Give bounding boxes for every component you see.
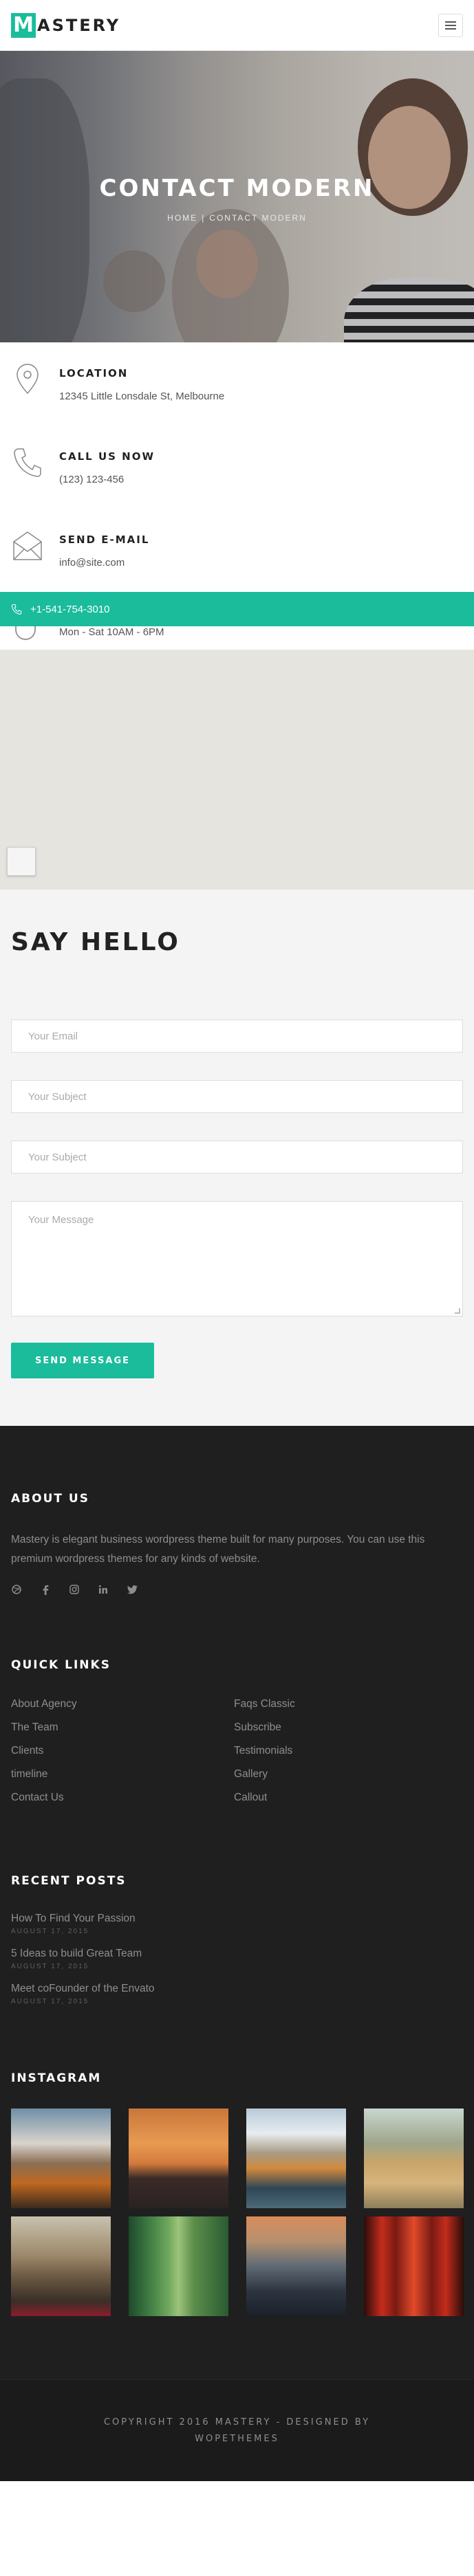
copyright-text: COPYRIGHT 2016 MASTERY - DESIGNED BY	[103, 2417, 371, 2428]
map-control-button[interactable]	[7, 847, 36, 876]
breadcrumb-separator: |	[202, 213, 206, 223]
location-pin-icon	[11, 363, 44, 426]
quick-links: About Agency Faqs Classic The Team Subsc…	[11, 1698, 463, 1808]
footer-link[interactable]: Callout	[234, 1792, 457, 1808]
footer-link[interactable]: The Team	[11, 1721, 234, 1738]
contact-title: CALL US NOW	[59, 450, 155, 463]
instagram-photo[interactable]	[11, 2216, 111, 2316]
instagram-photo[interactable]	[364, 2109, 464, 2208]
breadcrumb-current: CONTACT MODERN	[209, 213, 307, 223]
about-heading: ABOUT US	[11, 1492, 89, 1506]
post-title[interactable]: 5 Ideas to build Great Team	[11, 1948, 463, 1960]
hamburger-icon[interactable]	[438, 13, 463, 37]
contact-title: LOCATION	[59, 367, 129, 379]
contact-form-section: SAY HELLO Your Email Your Subject Your S…	[0, 890, 474, 1426]
phone-bar-number: +1-541-754-3010	[30, 603, 110, 615]
message-placeholder: Your Message	[28, 1214, 94, 1226]
quick-links-block: QUICK LINKS About Agency Faqs Classic Th…	[11, 1595, 463, 1808]
post-item[interactable]: How To Find Your Passion AUGUST 17, 2015	[11, 1913, 463, 1935]
logo-mark: M	[11, 12, 36, 38]
map[interactable]	[0, 650, 474, 890]
message-field[interactable]: Your Message	[11, 1201, 463, 1317]
post-title[interactable]: Meet coFounder of the Envato	[11, 1983, 463, 1995]
recent-posts-block: RECENT POSTS How To Find Your Passion AU…	[11, 1808, 463, 2005]
send-message-button[interactable]: SEND MESSAGE	[11, 1343, 154, 1378]
post-date: AUGUST 17, 2015	[11, 1963, 89, 1970]
hours-text: Mon - Sat 10AM - 6PM	[59, 626, 164, 638]
opening-hours: Mon - Sat 10AM - 6PM	[0, 622, 474, 650]
instagram-photo[interactable]	[11, 2109, 111, 2208]
post-date: AUGUST 17, 2015	[11, 1928, 89, 1935]
linkedin-icon[interactable]	[98, 1584, 109, 1595]
about-text: Mastery is elegant business wordpress th…	[11, 1534, 425, 1565]
contact-text: 12345 Little Lonsdale St, Melbourne	[59, 390, 225, 402]
breadcrumb: HOME | CONTACT MODERN	[0, 213, 474, 223]
footer-link[interactable]: Subscribe	[234, 1721, 457, 1738]
dribbble-icon[interactable]	[11, 1584, 22, 1595]
logo[interactable]: M ASTERY	[11, 12, 121, 38]
resize-handle[interactable]	[455, 1308, 460, 1314]
post-item[interactable]: Meet coFounder of the Envato AUGUST 17, …	[11, 1983, 463, 2005]
post-date: AUGUST 17, 2015	[11, 1998, 89, 2005]
subject-field[interactable]: Your Subject	[11, 1080, 463, 1113]
logo-text: ASTERY	[37, 15, 121, 35]
phone-icon	[11, 446, 44, 509]
instagram-photo[interactable]	[246, 2216, 346, 2316]
quick-links-heading: QUICK LINKS	[11, 1658, 111, 1672]
contact-item-location: LOCATION 12345 Little Lonsdale St, Melbo…	[0, 342, 474, 426]
footer-link[interactable]: Contact Us	[11, 1792, 234, 1808]
recent-posts-heading: RECENT POSTS	[11, 1874, 127, 1888]
phone-icon	[11, 604, 22, 615]
footer-link[interactable]: About Agency	[11, 1698, 234, 1715]
form-heading: SAY HELLO	[11, 928, 180, 956]
email-field[interactable]: Your Email	[11, 1020, 463, 1053]
contact-title: SEND E-MAIL	[59, 533, 150, 546]
facebook-icon[interactable]	[40, 1584, 51, 1595]
footer-link[interactable]: timeline	[11, 1768, 234, 1785]
contact-text: (123) 123-456	[59, 474, 125, 485]
site-header: M ASTERY	[0, 0, 474, 51]
contact-text: info@site.com	[59, 557, 125, 569]
footer-link[interactable]: Testimonials	[234, 1745, 457, 1761]
copyright-bar: COPYRIGHT 2016 MASTERY - DESIGNED BY WOP…	[0, 2379, 474, 2481]
footer-link[interactable]: Gallery	[234, 1768, 457, 1785]
contact-item-email: SEND E-MAIL info@site.com	[0, 509, 474, 592]
breadcrumb-home[interactable]: HOME	[167, 213, 197, 223]
instagram-photo[interactable]	[129, 2109, 228, 2208]
about-block: ABOUT US Mastery is elegant business wor…	[11, 1426, 463, 1595]
instagram-photo[interactable]	[364, 2216, 464, 2316]
phone-bar[interactable]: +1-541-754-3010	[0, 592, 474, 626]
post-title[interactable]: How To Find Your Passion	[11, 1913, 463, 1925]
footer-link[interactable]: Faqs Classic	[234, 1698, 457, 1715]
subject-field-2[interactable]: Your Subject	[11, 1141, 463, 1174]
envelope-icon	[11, 529, 44, 592]
post-item[interactable]: 5 Ideas to build Great Team AUGUST 17, 2…	[11, 1948, 463, 1970]
instagram-heading: INSTAGRAM	[11, 2071, 102, 2085]
page-title: CONTACT MODERN	[99, 175, 375, 202]
contact-info: LOCATION 12345 Little Lonsdale St, Melbo…	[0, 342, 474, 592]
instagram-photo[interactable]	[129, 2216, 228, 2316]
instagram-grid	[11, 2109, 464, 2379]
hero-content: CONTACT MODERN HOME | CONTACT MODERN	[0, 175, 474, 223]
contact-item-phone: CALL US NOW (123) 123-456	[0, 426, 474, 509]
social-links	[11, 1584, 463, 1595]
instagram-block: INSTAGRAM	[11, 2005, 464, 2379]
twitter-icon[interactable]	[127, 1584, 138, 1595]
instagram-icon[interactable]	[69, 1584, 80, 1595]
site-footer: ABOUT US Mastery is elegant business wor…	[0, 1426, 474, 2379]
footer-link[interactable]: Clients	[11, 1745, 234, 1761]
designer-link[interactable]: WOPETHEMES	[104, 2431, 370, 2447]
instagram-photo[interactable]	[246, 2109, 346, 2208]
hero-banner: CONTACT MODERN HOME | CONTACT MODERN	[0, 51, 474, 342]
